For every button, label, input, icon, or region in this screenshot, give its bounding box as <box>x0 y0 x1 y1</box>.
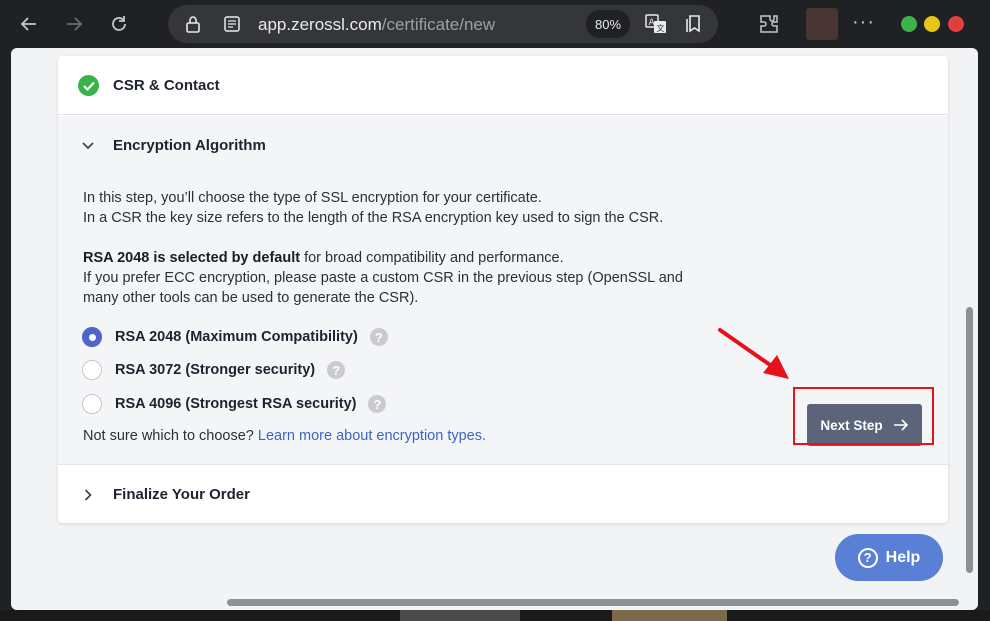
step-title: Finalize Your Order <box>113 486 250 503</box>
page-viewport: CSR & Contact Encryption Algorithm In th… <box>11 48 978 610</box>
question-mark-icon[interactable]: ? <box>327 361 346 379</box>
question-mark-icon[interactable]: ? <box>369 328 388 346</box>
help-button[interactable]: ? Help <box>835 534 943 581</box>
intro-text-line-2: In a CSR the key size refers to the leng… <box>83 210 664 226</box>
extensions-icon[interactable] <box>758 13 780 35</box>
option-label[interactable]: RSA 3072 (Stronger security) <box>115 362 315 378</box>
help-question-icon: ? <box>857 547 878 568</box>
zoom-indicator[interactable]: 80% <box>586 10 630 38</box>
option-label[interactable]: RSA 2048 (Maximum Compatibility) <box>115 329 358 345</box>
learn-more-link[interactable]: Learn more about encryption types. <box>258 428 486 444</box>
step-finalize-order[interactable]: Finalize Your Order <box>58 465 948 523</box>
radio-rsa-3072[interactable] <box>82 360 102 380</box>
default-info-bold: RSA 2048 is selected by default <box>83 250 301 266</box>
ecc-info-line-2: many other tools can be used to generate… <box>83 290 419 306</box>
minimize-window-button[interactable] <box>901 16 917 32</box>
default-info-rest: for broad compatibility and performance. <box>300 250 564 266</box>
step-complete-check-icon <box>78 75 99 96</box>
option-rsa-3072[interactable]: RSA 3072 (Stronger security) ? <box>82 359 346 381</box>
radio-rsa-4096[interactable] <box>82 394 102 414</box>
profile-avatar[interactable] <box>806 8 838 40</box>
taskbar-item[interactable] <box>612 610 727 621</box>
step-title: CSR & Contact <box>113 76 220 94</box>
option-rsa-4096[interactable]: RSA 4096 (Strongest RSA security) ? <box>82 393 387 415</box>
translate-icon[interactable]: A文 <box>645 14 667 34</box>
reload-button[interactable] <box>104 9 134 39</box>
forward-button[interactable] <box>59 9 89 39</box>
back-button[interactable] <box>14 9 44 39</box>
default-info-text: RSA 2048 is selected by default for broa… <box>83 248 564 268</box>
learn-more-text: Not sure which to choose? Learn more abo… <box>83 426 486 446</box>
step-title: Encryption Algorithm <box>113 137 266 154</box>
close-window-button[interactable] <box>948 16 964 32</box>
learn-more-prefix: Not sure which to choose? <box>83 428 258 444</box>
annotation-highlight-box <box>793 387 934 445</box>
step-csr-contact[interactable]: CSR & Contact <box>58 56 948 115</box>
ecc-info-line-1: If you prefer ECC encryption, please pas… <box>83 270 683 286</box>
annotation-arrow-icon <box>718 328 789 379</box>
chevron-right-icon <box>82 488 94 501</box>
reload-icon <box>112 16 126 31</box>
help-label: Help <box>885 548 921 566</box>
taskbar-item[interactable] <box>400 610 520 621</box>
svg-text:文: 文 <box>657 23 665 33</box>
intro-text-line-1: In this step, you’ll choose the type of … <box>83 190 542 206</box>
order-steps-card: CSR & Contact Encryption Algorithm In th… <box>58 56 948 523</box>
question-mark-icon[interactable]: ? <box>368 395 387 413</box>
reading-list-icon[interactable] <box>685 14 703 34</box>
back-arrow-icon <box>20 17 36 31</box>
more-menu-icon[interactable]: ··· <box>852 12 875 32</box>
step-encryption-header[interactable]: Encryption Algorithm <box>58 116 948 176</box>
maximize-window-button[interactable] <box>924 16 940 32</box>
site-info-icon[interactable] <box>224 16 240 32</box>
chevron-down-icon <box>82 140 94 152</box>
url-path: /certificate/new <box>381 15 496 34</box>
option-rsa-2048[interactable]: RSA 2048 (Maximum Compatibility) ? <box>82 326 388 348</box>
vertical-scrollbar[interactable] <box>966 307 973 573</box>
browser-toolbar: app.zerossl.com/certificate/new 80% A文 ·… <box>0 0 990 48</box>
horizontal-scrollbar[interactable] <box>227 599 959 606</box>
url-text: app.zerossl.com/certificate/new <box>258 15 495 35</box>
radio-rsa-2048[interactable] <box>82 327 102 347</box>
address-bar[interactable]: app.zerossl.com/certificate/new 80% A文 <box>168 5 718 43</box>
lock-icon[interactable] <box>185 15 201 33</box>
url-host: app.zerossl.com <box>258 15 382 34</box>
forward-arrow-icon <box>67 17 83 31</box>
option-label[interactable]: RSA 4096 (Strongest RSA security) <box>115 396 356 412</box>
